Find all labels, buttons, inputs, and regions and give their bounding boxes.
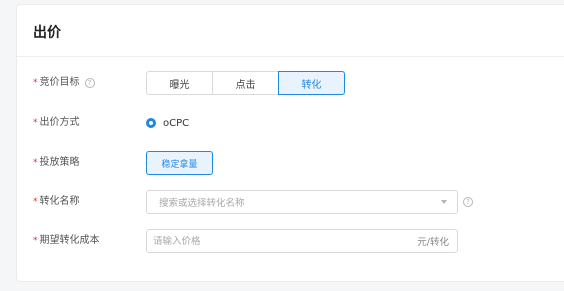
target-cost-input-wrap: 元/转化 xyxy=(146,229,458,253)
bid-goal-option-conversion[interactable]: 转化 xyxy=(278,71,345,95)
ocpc-radio-label: oCPC xyxy=(163,117,190,129)
bid-method-label: 出价方式 xyxy=(39,117,80,128)
required-asterisk: * xyxy=(33,236,38,246)
required-asterisk: * xyxy=(33,118,38,128)
bid-goal-segmented: 曝光 点击 转化 xyxy=(146,71,345,95)
target-cost-label-wrap: * 期望转化成本 xyxy=(33,227,100,255)
bid-goal-option-click[interactable]: 点击 xyxy=(212,71,279,95)
question-circle-icon[interactable]: ? xyxy=(84,78,95,88)
bid-goal-row: * 竞价目标 ? 曝光 点击 转化 xyxy=(17,69,564,97)
target-cost-suffix: 元/转化 xyxy=(417,237,449,248)
section-title: 出价 xyxy=(33,25,61,41)
ocpc-radio-option[interactable]: oCPC xyxy=(146,109,189,137)
target-cost-input[interactable] xyxy=(153,235,418,247)
caret-down-icon[interactable] xyxy=(441,200,447,204)
bid-method-row: * 出价方式 oCPC xyxy=(17,109,564,137)
target-cost-row: * 期望转化成本 元/转化 xyxy=(17,227,564,255)
conversion-name-row: * 转化名称 搜索或选择转化名称 ? xyxy=(17,188,564,216)
question-circle-icon[interactable]: ? xyxy=(463,197,473,207)
strategy-stable-button[interactable]: 稳定拿量 xyxy=(146,151,213,175)
bid-goal-option-exposure[interactable]: 曝光 xyxy=(146,71,213,95)
strategy-label-wrap: * 投放策略 xyxy=(33,149,80,177)
card-header: 出价 xyxy=(17,5,564,57)
conversion-name-label-wrap: * 转化名称 xyxy=(33,188,80,216)
radio-checked-icon[interactable] xyxy=(146,118,156,128)
bid-goal-label-wrap: * 竞价目标 ? xyxy=(33,69,95,97)
bid-method-label-wrap: * 出价方式 xyxy=(33,109,80,137)
required-asterisk: * xyxy=(33,78,38,88)
strategy-label: 投放策略 xyxy=(39,157,80,168)
bid-goal-label: 竞价目标 xyxy=(39,77,80,88)
target-cost-label: 期望转化成本 xyxy=(39,235,100,246)
required-asterisk: * xyxy=(33,197,38,207)
strategy-row: * 投放策略 稳定拿量 xyxy=(17,149,564,177)
required-asterisk: * xyxy=(33,158,38,168)
conversion-name-label: 转化名称 xyxy=(39,196,80,207)
conversion-name-placeholder: 搜索或选择转化名称 xyxy=(159,198,245,209)
bid-card: 出价 * 竞价目标 ? 曝光 点击 转化 * 出价方式 oCPC * 投放策略 … xyxy=(16,4,564,282)
conversion-name-select[interactable]: 搜索或选择转化名称 xyxy=(146,190,458,214)
